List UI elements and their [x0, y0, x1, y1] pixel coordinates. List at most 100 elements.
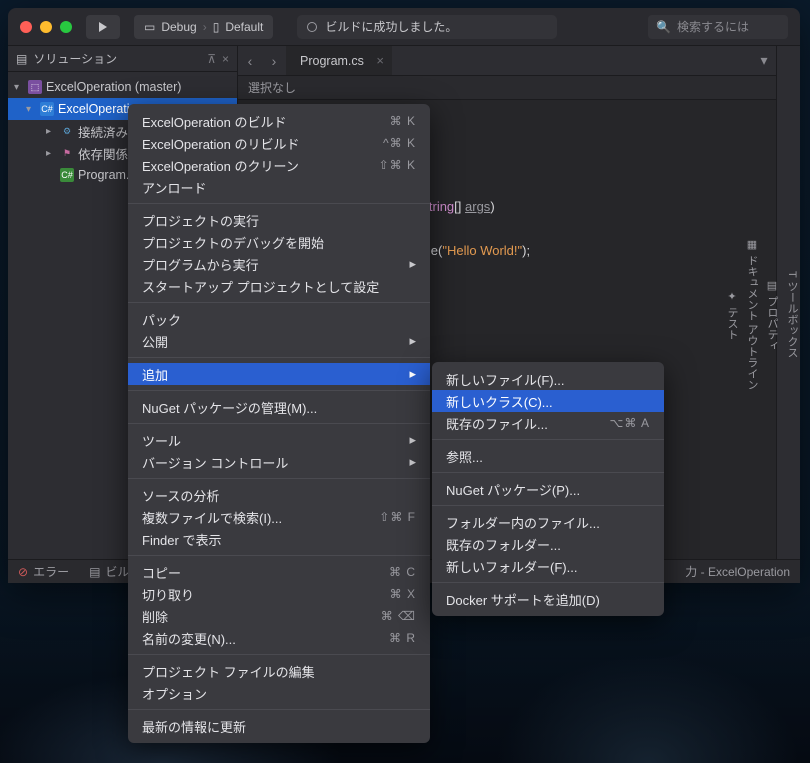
menu-item[interactable]: ツール▸: [128, 429, 430, 451]
menu-item[interactable]: コピー⌘ C: [128, 561, 430, 583]
menu-item[interactable]: フォルダー内のファイル...: [432, 511, 664, 533]
menu-item[interactable]: プロジェクト ファイルの編集: [128, 660, 430, 682]
menu-item[interactable]: アンロード: [128, 176, 430, 198]
menu-item-label: 既存のファイル...: [446, 414, 548, 433]
menu-item[interactable]: プロジェクトの実行: [128, 209, 430, 231]
close-icon[interactable]: ×: [376, 53, 384, 68]
menu-item[interactable]: 参照...: [432, 445, 664, 467]
config-selector[interactable]: ▭ Debug › ▯ Default: [134, 15, 273, 39]
app-output-panel-button[interactable]: 力 - ExcelOperation: [685, 563, 790, 580]
menu-item[interactable]: プログラムから実行▸: [128, 253, 430, 275]
menu-item[interactable]: 新しいフォルダー(F)...: [432, 555, 664, 577]
menu-item[interactable]: パック: [128, 308, 430, 330]
menu-item[interactable]: 公開▸: [128, 330, 430, 352]
errors-panel-button[interactable]: ⊘ エラー: [18, 563, 69, 580]
sidebar-header: ▤ ソリューション ⊼×: [8, 46, 237, 72]
menu-shortcut: ^⌘ K: [383, 136, 416, 150]
close-icon[interactable]: ×: [222, 52, 229, 66]
menu-separator: [432, 472, 664, 473]
search-box[interactable]: 🔍 検索するには: [648, 15, 788, 39]
menu-item-label: 複数ファイルで検索(I)...: [142, 508, 282, 527]
nav-forward-button[interactable]: ›: [262, 46, 286, 75]
menu-shortcut: ⌘ K: [390, 114, 416, 128]
menu-item[interactable]: ExcelOperation のリビルド^⌘ K: [128, 132, 430, 154]
menu-item-label: Docker サポートを追加(D): [446, 590, 600, 609]
sidebar-title: ソリューション: [33, 50, 117, 67]
menu-item[interactable]: 最新の情報に更新: [128, 715, 430, 737]
menu-item[interactable]: ソースの分析: [128, 484, 430, 506]
solution-node[interactable]: ▾ ⬚ ExcelOperation (master): [8, 76, 237, 98]
tree-item-label: 依存関係: [78, 144, 128, 163]
add-submenu: 新しいファイル(F)...新しいクラス(C)...既存のファイル...⌥⌘ A 参…: [432, 362, 664, 616]
menu-item-label: ExcelOperation のビルド: [142, 112, 287, 131]
menu-item[interactable]: 新しいクラス(C)...: [432, 390, 664, 412]
close-window-button[interactable]: [20, 21, 32, 33]
menu-item[interactable]: 既存のフォルダー...: [432, 533, 664, 555]
toolbox-panel-tab[interactable]: Tツールボックス: [784, 265, 800, 365]
menu-item-label: 最新の情報に更新: [142, 717, 246, 736]
menu-item-label: NuGet パッケージ(P)...: [446, 480, 580, 499]
menu-item-label: ExcelOperation のクリーン: [142, 156, 299, 175]
zoom-window-button[interactable]: [60, 21, 72, 33]
menu-item-label: Finder で表示: [142, 530, 221, 549]
menu-item[interactable]: ExcelOperation のクリーン⇧⌘ K: [128, 154, 430, 176]
editor-tab[interactable]: Program.cs ×: [286, 46, 392, 75]
test-panel-tab[interactable]: ✦テスト: [724, 284, 740, 346]
play-icon: [98, 22, 108, 32]
window-controls: [20, 21, 72, 33]
menu-item[interactable]: 切り取り⌘ X: [128, 583, 430, 605]
chevron-down-icon: ▾: [26, 104, 36, 115]
menu-item[interactable]: プロジェクトのデバッグを開始: [128, 231, 430, 253]
menu-shortcut: ⌘ C: [389, 565, 416, 579]
menu-item[interactable]: バージョン コントロール▸: [128, 451, 430, 473]
error-icon: ⊘: [18, 565, 28, 579]
menu-item[interactable]: Finder で表示: [128, 528, 430, 550]
menu-separator: [128, 478, 430, 479]
menu-item-label: アンロード: [142, 178, 206, 197]
menu-item[interactable]: 追加 ▸: [128, 363, 430, 385]
menu-item-label: 切り取り: [142, 585, 194, 604]
chevron-right-icon: ▸: [46, 148, 56, 159]
build-status: ビルドに成功しました。: [297, 15, 557, 39]
menu-item[interactable]: スタートアップ プロジェクトとして設定: [128, 275, 430, 297]
menu-item[interactable]: NuGet パッケージの管理(M)...: [128, 396, 430, 418]
output-icon: ▤: [89, 565, 100, 579]
chevron-right-icon: ▸: [409, 333, 416, 349]
menu-separator: [432, 582, 664, 583]
menu-separator: [128, 203, 430, 204]
menu-item[interactable]: 複数ファイルで検索(I)... ⇧⌘ F: [128, 506, 430, 528]
menu-item[interactable]: 削除 ⌘ ⌫: [128, 605, 430, 627]
pin-icon[interactable]: ⊼: [207, 52, 216, 66]
menu-item[interactable]: 名前の変更(N)...⌘ R: [128, 627, 430, 649]
outline-panel-tab[interactable]: ▦ドキュメント アウトライン: [744, 232, 760, 396]
menu-shortcut: ⇧⌘ F: [379, 510, 416, 524]
menu-item[interactable]: 既存のファイル...⌥⌘ A: [432, 412, 664, 434]
properties-icon: ▤: [766, 279, 779, 292]
editor-tabbar: ‹ › Program.cs × ▾: [238, 46, 776, 76]
menu-shortcut: ⌘ R: [389, 631, 416, 645]
menu-item-label: NuGet パッケージの管理(M)...: [142, 398, 317, 417]
menu-item[interactable]: オプション: [128, 682, 430, 704]
menu-item-label: 追加: [142, 365, 168, 384]
tab-menu-button[interactable]: ▾: [752, 46, 776, 75]
csharp-file-icon: C#: [60, 168, 74, 182]
breadcrumb[interactable]: 選択なし: [238, 76, 776, 100]
menu-shortcut: ⌘ ⌫: [381, 609, 416, 623]
menu-item[interactable]: NuGet パッケージ(P)...: [432, 478, 664, 500]
menu-item-label: 既存のフォルダー...: [446, 535, 561, 554]
menu-item-label: プロジェクト ファイルの編集: [142, 662, 315, 681]
menu-item-label: プログラムから実行: [142, 255, 259, 274]
properties-panel-tab[interactable]: ▤プロパティ: [764, 273, 780, 357]
chevron-right-icon: ▸: [409, 366, 416, 382]
minimize-window-button[interactable]: [40, 21, 52, 33]
menu-item[interactable]: ExcelOperation のビルド ⌘ K: [128, 110, 430, 132]
menu-item-label: ツール: [142, 431, 181, 450]
menu-item-label: 削除: [142, 607, 168, 626]
breadcrumb-text: 選択なし: [248, 79, 296, 96]
menu-item[interactable]: Docker サポートを追加(D): [432, 588, 664, 610]
menu-item[interactable]: 新しいファイル(F)...: [432, 368, 664, 390]
menu-separator: [128, 555, 430, 556]
run-button[interactable]: [86, 15, 120, 39]
nav-back-button[interactable]: ‹: [238, 46, 262, 75]
toolbox-icon: T: [786, 271, 798, 278]
